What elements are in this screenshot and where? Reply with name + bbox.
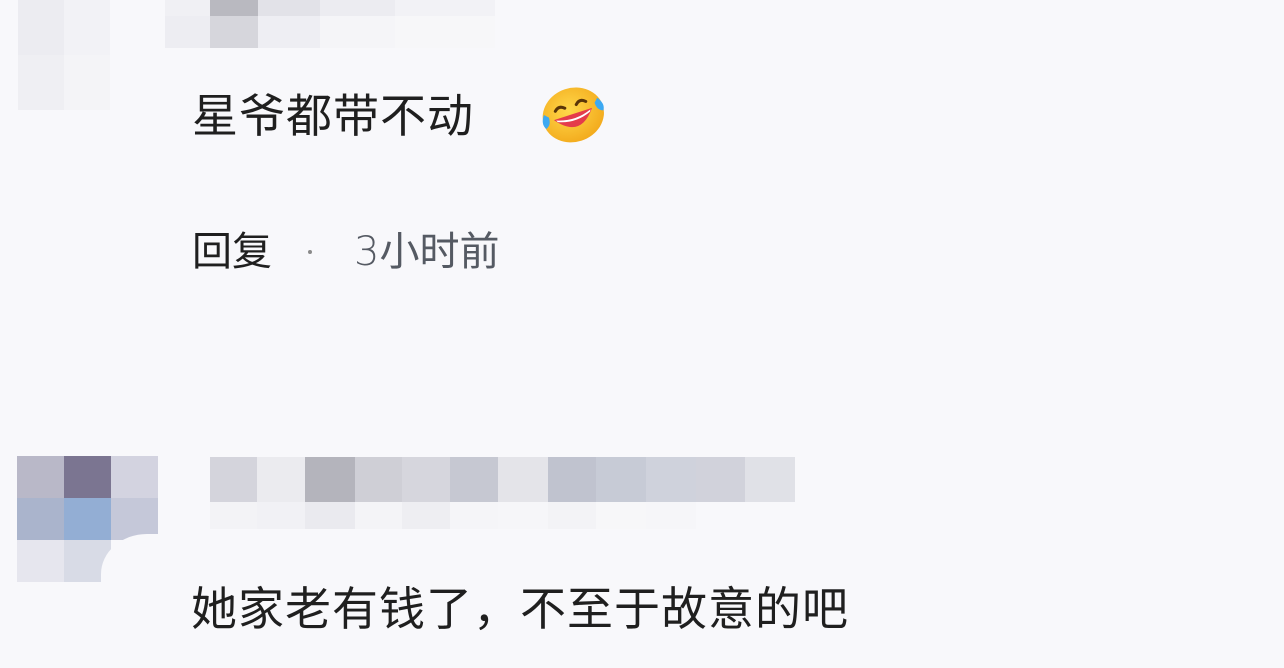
comment-body: 她家老有钱了，不至于故意的吧 xyxy=(191,586,849,632)
mosaic-tile xyxy=(395,0,495,16)
mosaic-tile xyxy=(498,502,548,529)
mosaic-tile xyxy=(257,457,305,502)
mosaic-tile xyxy=(111,456,158,498)
mosaic-tile xyxy=(596,502,646,529)
mosaic-tile xyxy=(395,16,495,48)
comment-meta: 回复 3小时前 xyxy=(192,230,499,274)
mosaic-tile xyxy=(18,0,64,55)
mosaic-tile xyxy=(745,502,795,529)
mosaic-tile xyxy=(17,540,64,582)
mosaic-tile xyxy=(402,502,450,529)
mosaic-tile xyxy=(646,502,696,529)
blurred-username[interactable] xyxy=(210,457,795,529)
mosaic-tile xyxy=(210,0,258,16)
reply-button[interactable]: 回复 xyxy=(192,232,272,272)
comment-thread: 星爷都带不动 回复 3小时前 她家老有钱了，不至于故意的吧 xyxy=(0,0,1284,668)
mosaic-tile xyxy=(596,457,646,502)
mosaic-tile xyxy=(305,457,355,502)
mosaic-tile xyxy=(64,55,110,110)
comment-text: 星爷都带不动 xyxy=(192,89,474,143)
mosaic-tile xyxy=(450,502,498,529)
mosaic-tile xyxy=(696,457,745,502)
mosaic-tile xyxy=(355,502,402,529)
mosaic-tile xyxy=(258,16,320,48)
laugh-cry-emoji-icon xyxy=(542,87,604,143)
mosaic-tile xyxy=(165,16,210,48)
mosaic-tile xyxy=(320,0,395,16)
mosaic-tile xyxy=(210,457,257,502)
blurred-avatar[interactable] xyxy=(17,456,161,584)
mosaic-tile xyxy=(17,498,64,540)
separator-dot xyxy=(308,250,312,254)
mosaic-tile xyxy=(355,457,402,502)
mosaic-tile xyxy=(17,456,64,498)
mosaic-tile xyxy=(210,502,257,529)
comment-body: 星爷都带不动 xyxy=(192,93,474,139)
mosaic-tile xyxy=(18,55,64,110)
mosaic-tile xyxy=(64,0,110,55)
mosaic-tile xyxy=(165,0,210,16)
mosaic-tile xyxy=(305,502,355,529)
mosaic-tile xyxy=(210,16,258,48)
mosaic-tile xyxy=(745,457,795,502)
comment-timestamp: 3小时前 xyxy=(354,229,500,275)
mosaic-tile xyxy=(257,502,305,529)
mosaic-tile xyxy=(498,457,548,502)
mosaic-tile xyxy=(64,456,111,498)
mosaic-tile xyxy=(64,498,111,540)
mosaic-tile xyxy=(450,457,498,502)
mosaic-tile xyxy=(548,502,596,529)
mosaic-tile xyxy=(320,16,395,48)
mosaic-tile xyxy=(548,457,596,502)
mosaic-tile xyxy=(646,457,696,502)
blurred-username[interactable] xyxy=(165,0,495,48)
mosaic-tile xyxy=(402,457,450,502)
comment-text: 她家老有钱了，不至于故意的吧 xyxy=(191,582,849,636)
mosaic-tile xyxy=(258,0,320,16)
mosaic-tile xyxy=(696,502,745,529)
blurred-avatar[interactable] xyxy=(18,0,110,110)
